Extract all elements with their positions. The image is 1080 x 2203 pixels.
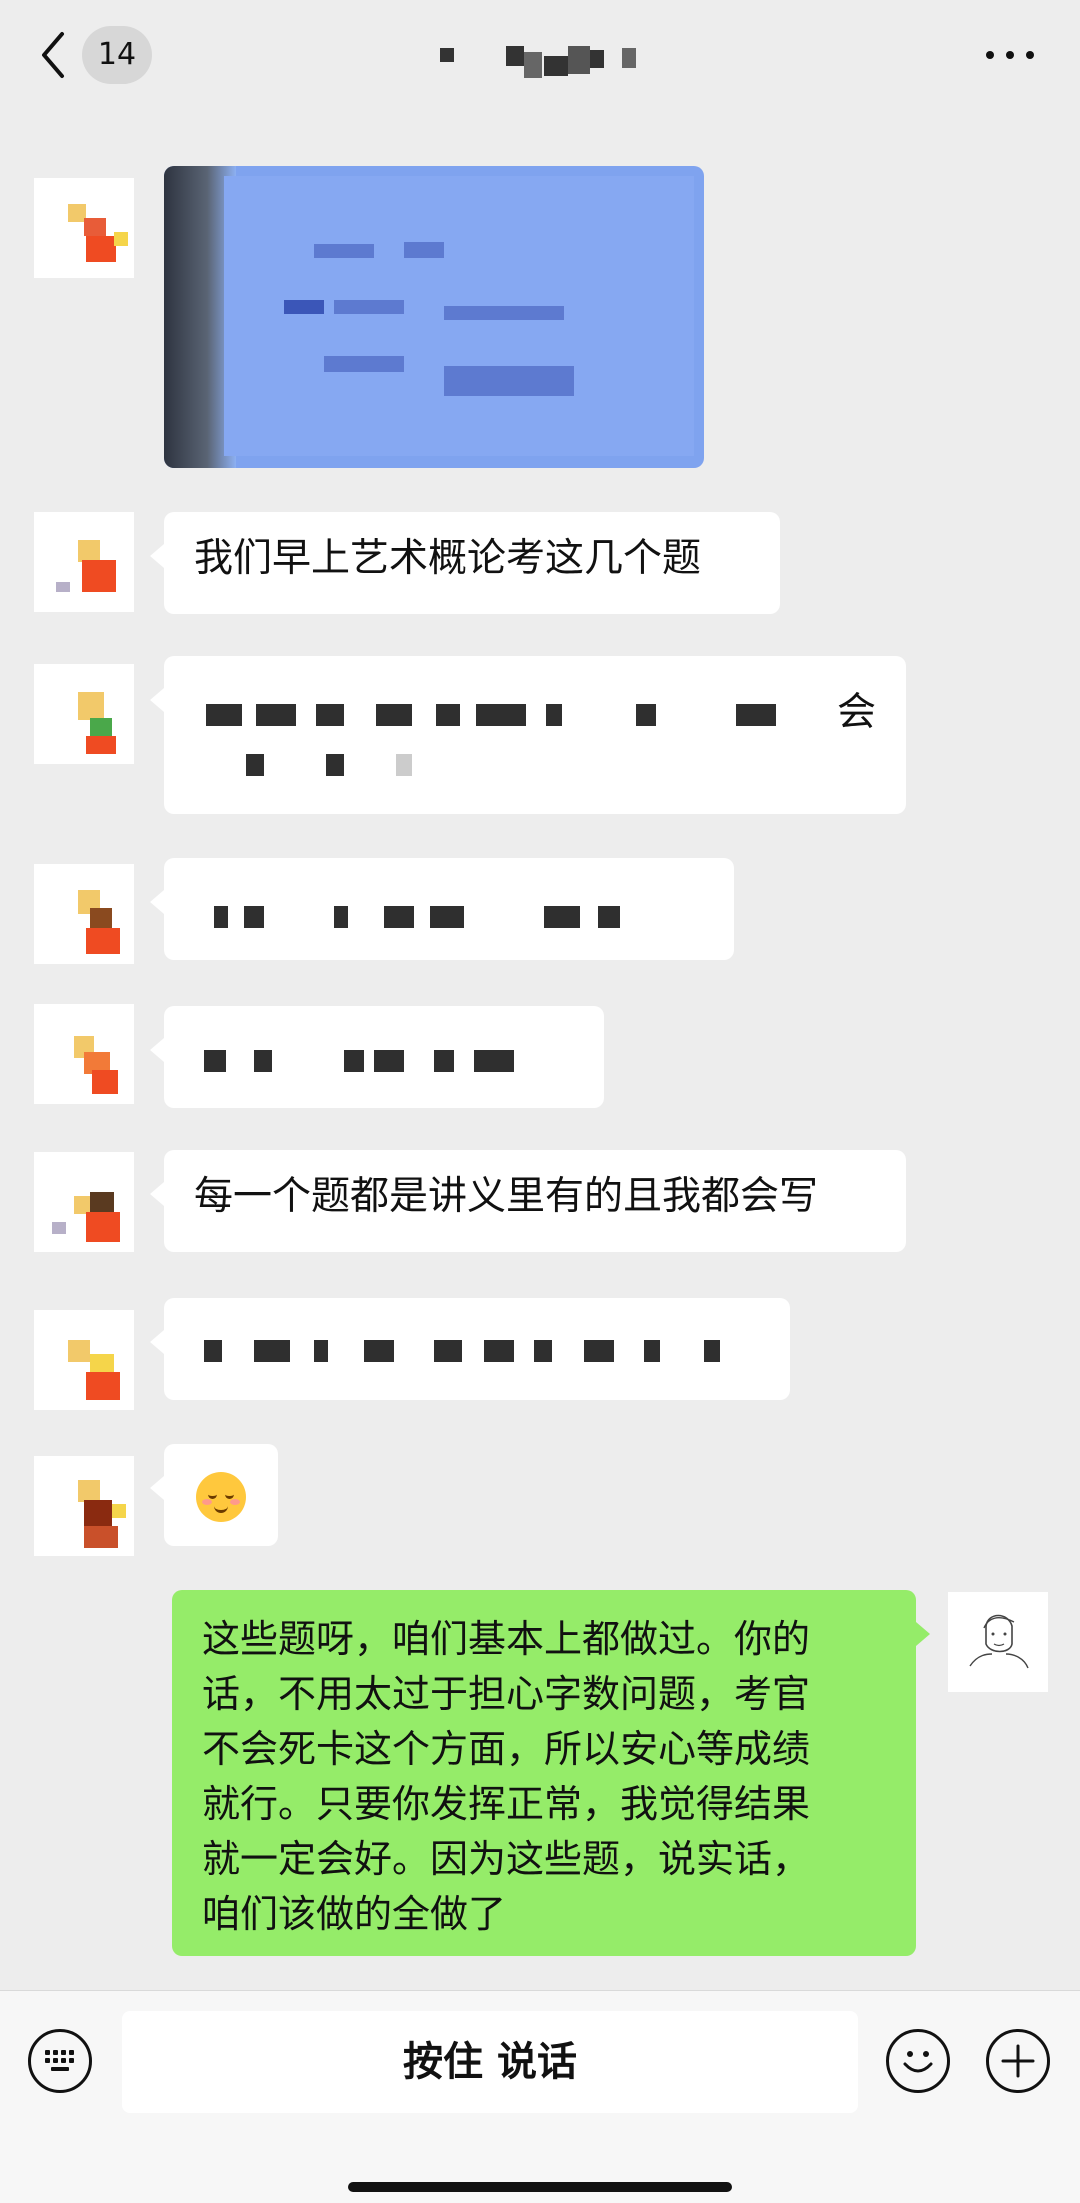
message-bubble-obscured[interactable]: [150, 1006, 604, 1108]
input-bar: 按住 说话: [0, 1990, 1080, 2203]
message-bubble-obscured[interactable]: [150, 858, 734, 960]
more-options-button[interactable]: [980, 28, 1040, 78]
sketch-face-icon: [969, 1614, 1029, 1669]
contact-avatar[interactable]: [34, 864, 134, 964]
reply-line: 这些题呀，咱们基本上都做过。你的: [202, 1617, 811, 1661]
reply-line: 不会死卡这个方面，所以安心等成绩: [202, 1727, 811, 1771]
message-text: 我们早上艺术概论考这几个题: [194, 536, 702, 581]
my-avatar[interactable]: [948, 1592, 1048, 1692]
reply-line: 就行。只要你发挥正常，我觉得结果: [202, 1782, 811, 1826]
reply-line: 就一定会好。因为这些题，说实话，: [202, 1837, 811, 1881]
message-bubble-obscured[interactable]: 会: [150, 656, 906, 814]
keyboard-toggle-button[interactable]: [28, 2029, 92, 2093]
dot-icon: [1026, 51, 1034, 59]
emoji-button[interactable]: [886, 2029, 950, 2093]
contact-avatar[interactable]: [34, 178, 134, 278]
message-bubble[interactable]: 我们早上艺术概论考这几个题: [150, 512, 780, 614]
chat-title-obscured: [440, 42, 660, 82]
smiling-face-emoji-icon: [196, 1472, 246, 1522]
message-bubble-obscured[interactable]: [150, 1298, 790, 1400]
message-text: 每一个题都是讲义里有的且我都会写: [194, 1174, 819, 1219]
chat-header: 14: [0, 0, 1080, 106]
back-button[interactable]: 14: [30, 26, 152, 84]
keyboard-icon: [45, 2050, 74, 2071]
hold-to-talk-button[interactable]: 按住 说话: [122, 2011, 858, 2113]
message-text-fragment: 会: [836, 690, 876, 735]
home-indicator: [348, 2182, 732, 2192]
contact-avatar[interactable]: [34, 1310, 134, 1410]
reply-line: 咱们该做的全做了: [202, 1892, 507, 1936]
contact-avatar[interactable]: [34, 664, 134, 764]
smiley-icon: [903, 2051, 933, 2073]
dot-icon: [1006, 51, 1014, 59]
dot-icon: [986, 51, 994, 59]
more-functions-button[interactable]: [986, 2029, 1050, 2093]
photo-paper-obscured: [224, 176, 694, 456]
contact-avatar[interactable]: [34, 1004, 134, 1104]
outgoing-message-bubble[interactable]: 这些题呀，咱们基本上都做过。你的 话，不用太过于担心字数问题，考官 不会死卡这个…: [172, 1590, 930, 1956]
contact-avatar[interactable]: [34, 512, 134, 612]
message-bubble[interactable]: 每一个题都是讲义里有的且我都会写: [150, 1150, 906, 1252]
chevron-left-icon: [42, 32, 64, 78]
plus-icon: [1001, 2044, 1035, 2078]
unread-count-badge: 14: [82, 26, 152, 84]
reply-line: 话，不用太过于担心字数问题，考官: [202, 1672, 811, 1716]
image-message[interactable]: [164, 166, 704, 468]
contact-avatar[interactable]: [34, 1456, 134, 1556]
contact-avatar[interactable]: [34, 1152, 134, 1252]
